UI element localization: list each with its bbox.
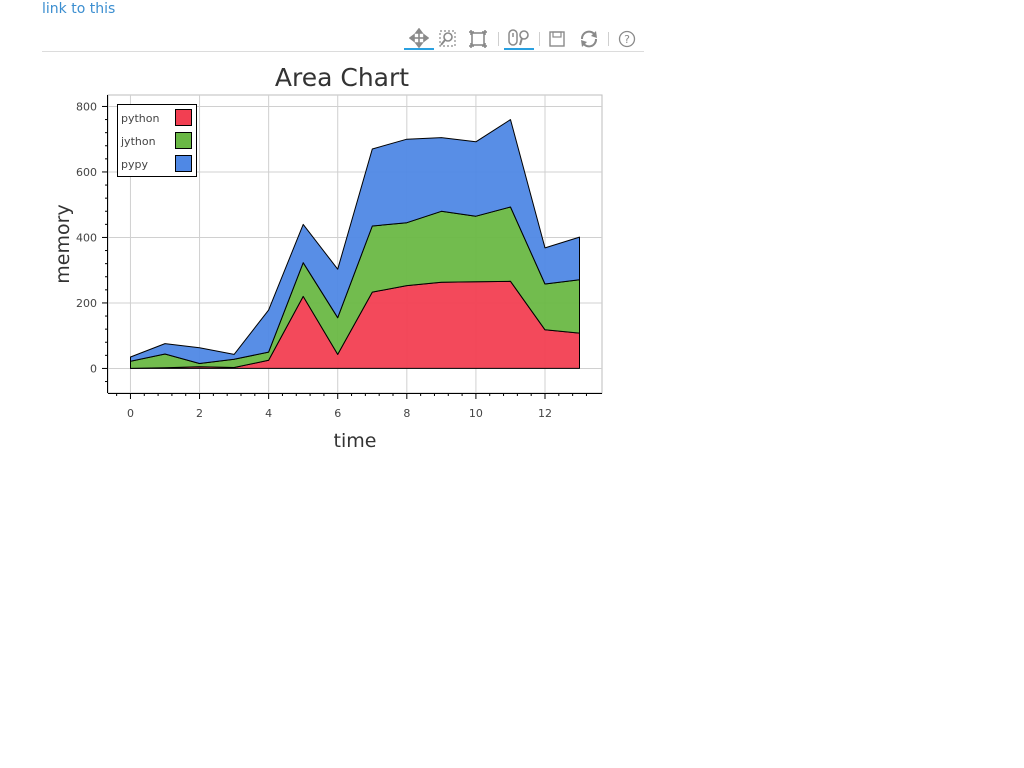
y-tick-label: 200 [76, 297, 97, 310]
y-tick-label: 400 [76, 231, 97, 244]
legend-label-python: python [121, 112, 160, 125]
x-tick-label: 8 [403, 407, 410, 420]
legend-swatch-jython [175, 132, 192, 149]
x-axis-label: time [334, 430, 377, 452]
legend-label-pypy: pypy [121, 158, 148, 171]
y-axis-label: memory [52, 204, 74, 283]
x-tick-label: 0 [127, 407, 134, 420]
chart-title: Area Chart [275, 63, 409, 92]
y-tick-label: 0 [90, 362, 97, 375]
x-tick-label: 4 [265, 407, 272, 420]
x-tick-label: 12 [538, 407, 552, 420]
legend-swatch-python [175, 109, 192, 126]
y-tick-label: 600 [76, 166, 97, 179]
legend-swatch-pypy [175, 155, 192, 172]
x-tick-label: 2 [196, 407, 203, 420]
area-chart[interactable]: Area Chart 0 2 4 6 8 10 12 0 200 400 600 800 time m… [0, 0, 1024, 768]
x-tick-label: 6 [334, 407, 341, 420]
y-tick-label: 800 [76, 100, 97, 113]
x-tick-label: 10 [469, 407, 483, 420]
legend: python jython pypy [117, 104, 197, 177]
legend-label-jython: jython [120, 135, 156, 148]
